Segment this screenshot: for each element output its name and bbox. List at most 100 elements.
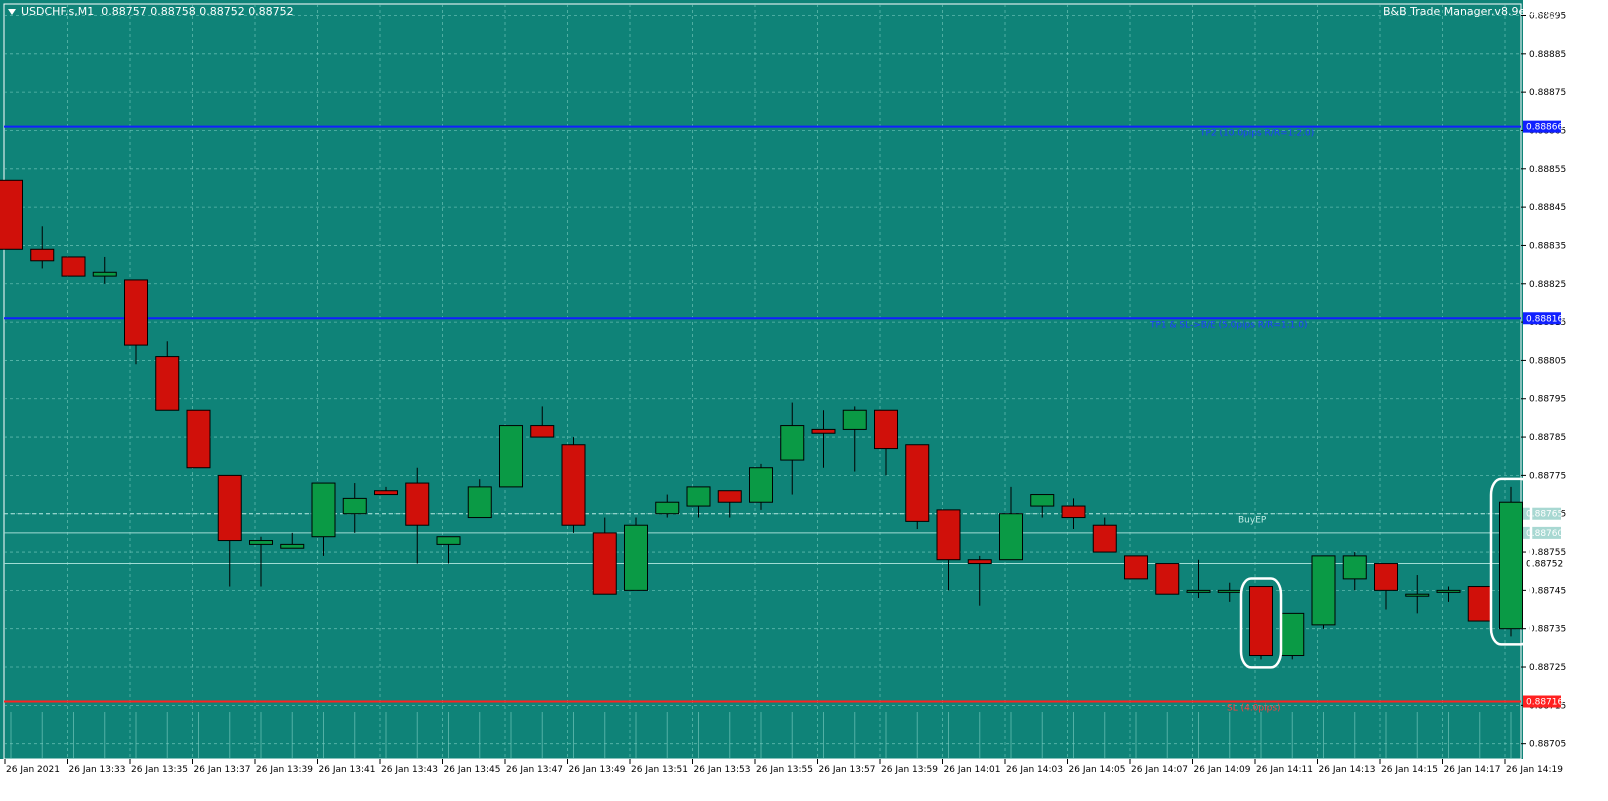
price-chart[interactable]: 0.888950.888850.888750.888650.888550.888…: [0, 0, 1608, 801]
bull-candle: [780, 425, 805, 461]
x-tick-label: 26 Jan 14:17: [1444, 765, 1501, 775]
price-level-tag-label: 0.88816: [1526, 314, 1563, 324]
bear-candle: [811, 428, 836, 434]
x-tick-label: 26 Jan 13:49: [569, 765, 626, 775]
y-tick-label: 0.88845: [1529, 203, 1566, 213]
price-level-label: TP2 (10.0pips R/R=1:2.0): [1199, 129, 1314, 139]
bear-candle: [1061, 505, 1086, 519]
x-tick-label: 26 Jan 14:05: [1069, 765, 1126, 775]
bear-candle: [30, 248, 55, 262]
x-tick-label: 26 Jan 14:13: [1319, 765, 1376, 775]
bear-candle: [217, 474, 242, 542]
y-tick-label: 0.88745: [1529, 586, 1566, 596]
bull-candle: [436, 536, 461, 545]
y-tick-label: 0.88705: [1529, 740, 1566, 750]
x-tick-label: 26 Jan 13:39: [256, 765, 313, 775]
bull-candle: [1499, 501, 1523, 630]
y-tick-label: 0.88725: [1529, 663, 1566, 673]
bull-candle: [1311, 555, 1336, 626]
x-tick-label: 26 Jan 13:45: [444, 765, 501, 775]
x-tick-label: 26 Jan 14:19: [1506, 765, 1563, 775]
x-tick-label: 26 Jan 13:43: [381, 765, 438, 775]
ohlc-values: 0.88757 0.88758 0.88752 0.88752: [101, 5, 294, 18]
x-tick-label: 26 Jan 13:41: [319, 765, 376, 775]
bear-candle: [1124, 555, 1148, 580]
expert-advisor-label[interactable]: B&B Trade Manager.v8.9exec ☺: [1383, 2, 1558, 22]
x-tick-label: 26 Jan 13:35: [131, 765, 188, 775]
bear-candle: [936, 509, 961, 561]
y-tick-label: 0.88885: [1529, 50, 1566, 60]
bear-candle: [124, 279, 148, 346]
bull-candle: [1342, 555, 1367, 580]
x-tick-label: 26 Jan 14:03: [1006, 765, 1063, 775]
bull-candle: [749, 467, 773, 503]
x-tick-label: 26 Jan 13:51: [631, 765, 688, 775]
bull-candle: [311, 482, 336, 538]
bull-candle: [92, 271, 117, 277]
bull-candle: [1186, 589, 1211, 593]
bull-candle: [1030, 494, 1055, 507]
bull-candle: [249, 540, 273, 545]
bear-candle: [874, 409, 898, 450]
bull-candle: [499, 425, 523, 488]
x-tick-label: 26 Jan 13:33: [69, 765, 126, 775]
bear-candle: [717, 490, 742, 503]
y-tick-label: 0.88855: [1529, 165, 1566, 175]
x-tick-label: 26 Jan 13:59: [881, 765, 938, 775]
x-tick-label: 26 Jan 2021: [6, 765, 60, 775]
x-tick-label: 26 Jan 14:07: [1131, 765, 1188, 775]
ea-name: B&B Trade Manager.v8.9exec: [1382, 5, 1544, 18]
x-tick-label: 26 Jan 13:47: [506, 765, 563, 775]
y-tick-label: 0.88785: [1529, 433, 1566, 443]
bull-candle: [280, 543, 305, 549]
symbol-header: USDCHF.s,M1 0.88757 0.88758 0.88752 0.88…: [8, 2, 294, 22]
x-tick-label: 26 Jan 13:55: [756, 765, 813, 775]
bear-candle: [0, 179, 23, 250]
bear-candle: [561, 444, 586, 526]
bear-candle: [374, 490, 398, 496]
x-tick-label: 26 Jan 14:15: [1381, 765, 1438, 775]
bull-candle: [1280, 612, 1305, 657]
bull-candle: [1405, 593, 1430, 597]
price-level-label: SL (4.0pips): [1227, 704, 1281, 714]
bull-candle: [686, 486, 711, 507]
x-tick-label: 26 Jan 14:11: [1256, 765, 1313, 775]
x-tick-label: 26 Jan 13:53: [694, 765, 751, 775]
bull-candle: [342, 497, 367, 515]
y-tick-label: 0.88875: [1529, 88, 1566, 98]
price-level-label: BuyEP: [1238, 516, 1267, 526]
chart-window[interactable]: 0.888950.888850.888750.888650.888550.888…: [0, 0, 1608, 801]
bear-candle: [155, 356, 180, 411]
y-tick-label: 0.88835: [1529, 241, 1566, 251]
x-tick-label: 26 Jan 13:57: [819, 765, 876, 775]
price-level-label: TP1 & SL->B/E (5.0pips R/R=1:1.0): [1149, 320, 1307, 330]
bear-candle: [967, 559, 992, 565]
x-tick-label: 26 Jan 14:01: [944, 765, 1001, 775]
bull-candle: [842, 409, 867, 430]
bull-candle: [1217, 589, 1242, 593]
y-tick-label: 0.88795: [1529, 395, 1566, 405]
bear-candle: [1249, 586, 1273, 657]
bull-candle: [655, 501, 680, 515]
y-tick-label: 0.88825: [1529, 280, 1566, 290]
bear-candle: [905, 444, 930, 522]
price-level-tag-label: 0.88716: [1526, 698, 1563, 708]
bull-candle: [1436, 589, 1461, 593]
bull-candle: [624, 524, 648, 591]
bull-candle: [999, 513, 1023, 561]
bear-candle: [1155, 563, 1180, 595]
y-tick-label: 0.88775: [1529, 471, 1566, 481]
y-tick-label: 0.88805: [1529, 356, 1566, 366]
bear-candle: [405, 482, 430, 526]
x-tick-label: 26 Jan 13:37: [194, 765, 251, 775]
bear-candle: [1374, 563, 1398, 591]
bear-candle: [530, 425, 555, 438]
symbol-name: USDCHF.s,M1: [21, 5, 95, 18]
bull-candle: [467, 486, 492, 519]
bear-candle: [186, 409, 211, 469]
y-tick-label: 0.88755: [1529, 548, 1566, 558]
dropdown-arrow-icon[interactable]: [8, 9, 16, 15]
price-level-tag-label: 0.88866: [1526, 123, 1563, 133]
smiley-icon: ☺: [1546, 6, 1558, 18]
bear-candle: [1467, 586, 1492, 622]
